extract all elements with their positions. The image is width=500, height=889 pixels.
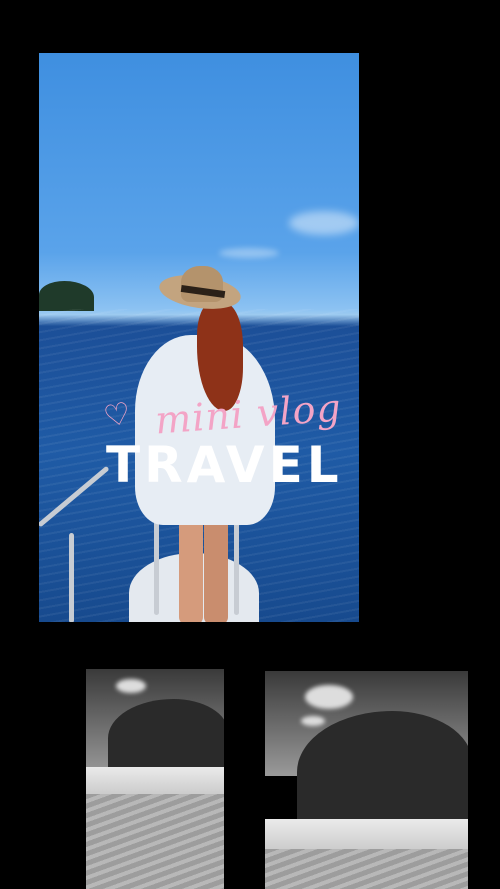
cloud bbox=[116, 679, 146, 693]
water bbox=[265, 849, 468, 889]
sand bbox=[86, 767, 224, 797]
cloud bbox=[289, 211, 359, 235]
boat-rail bbox=[234, 515, 239, 615]
cloud bbox=[301, 716, 325, 726]
beach-thumbnail-2 bbox=[265, 671, 468, 889]
leg bbox=[204, 515, 228, 622]
water bbox=[86, 794, 224, 889]
boat-rail bbox=[154, 515, 159, 615]
cloud bbox=[305, 685, 353, 709]
beach-thumbnail-1 bbox=[86, 669, 224, 889]
boat-rail bbox=[69, 533, 74, 622]
sand bbox=[265, 819, 468, 853]
cloud bbox=[219, 248, 279, 258]
leg bbox=[179, 515, 203, 622]
title-travel: TRAVEL bbox=[106, 436, 343, 494]
main-travel-photo bbox=[39, 53, 359, 622]
island bbox=[39, 281, 94, 311]
